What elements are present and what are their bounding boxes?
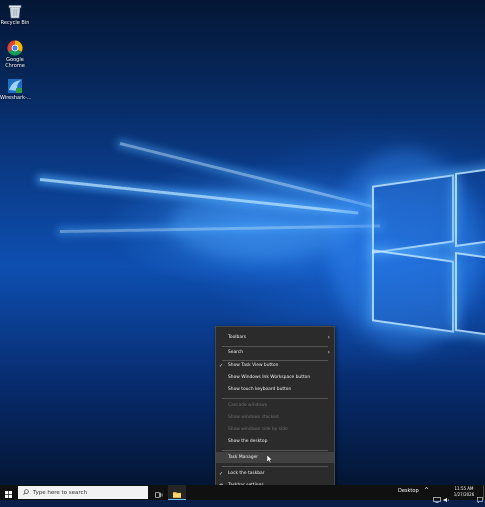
menu-item-label: Task Manager bbox=[228, 455, 259, 460]
desktop-icon-recycle-bin[interactable]: Recycle Bin bbox=[0, 3, 30, 26]
menu-item-show-the-desktop[interactable]: Show the desktop bbox=[216, 436, 334, 447]
menu-separator bbox=[222, 466, 328, 467]
chevron-up-icon: ^ bbox=[424, 487, 430, 494]
menu-item-label: Show Windows Ink Workspace button bbox=[228, 375, 311, 380]
task-view-icon bbox=[155, 483, 163, 502]
chrome-icon bbox=[7, 40, 23, 56]
chevron-right-icon: › bbox=[327, 349, 330, 356]
menu-item-label: Lock the taskbar bbox=[228, 471, 265, 476]
checkmark-icon: ✓ bbox=[219, 470, 224, 477]
menu-item-search[interactable]: Search › bbox=[216, 347, 334, 358]
menu-item-label: Show windows stacked bbox=[228, 415, 279, 420]
windows-start-icon bbox=[5, 483, 12, 502]
file-explorer-button[interactable] bbox=[168, 485, 186, 500]
clock[interactable]: 11:55 AM 1/27/2026 bbox=[452, 486, 476, 498]
menu-item-label: Search bbox=[228, 350, 244, 355]
wireshark-icon bbox=[7, 78, 23, 94]
desktop-icon-label: Recycle Bin bbox=[0, 20, 30, 26]
menu-item-label: Cascade windows bbox=[228, 403, 267, 408]
menu-item-toolbars[interactable]: Toolbars › bbox=[216, 332, 334, 343]
menu-item-task-manager[interactable]: Task Manager bbox=[216, 452, 334, 465]
menu-item-label: Toolbars bbox=[228, 335, 247, 340]
network-status[interactable] bbox=[433, 488, 441, 507]
menu-item-show-windows-stacked: Show windows stacked bbox=[216, 412, 334, 423]
menu-item-show-windows-side-by-side: Show windows side by side bbox=[216, 424, 334, 435]
recycle-bin-icon bbox=[7, 3, 23, 19]
task-view-button[interactable] bbox=[152, 486, 166, 499]
menu-item-show-task-view-button[interactable]: ✓ Show Task View button bbox=[216, 360, 334, 371]
speaker-status[interactable] bbox=[443, 488, 450, 507]
file-explorer-icon bbox=[173, 483, 181, 502]
clock-date: 1/27/2026 bbox=[453, 492, 475, 497]
search-icon bbox=[23, 488, 29, 497]
menu-item-label: Show the desktop bbox=[228, 439, 268, 444]
desktop-icon-google-chrome[interactable]: Google Chrome bbox=[0, 40, 30, 69]
start-button[interactable] bbox=[0, 485, 17, 500]
desktop-icon-label: Google Chrome bbox=[5, 57, 25, 69]
show-hidden-icons-chevron[interactable]: ^ bbox=[424, 487, 429, 494]
menu-separator bbox=[222, 398, 328, 399]
network-icon bbox=[433, 488, 441, 507]
menu-item-cascade-windows: Cascade windows bbox=[216, 400, 334, 411]
menu-item-show-touch-keyboard-button[interactable]: Show touch keyboard button bbox=[216, 384, 334, 395]
menu-item-label: Show touch keyboard button bbox=[228, 387, 292, 392]
desktop-icon-label: Wireshark-... bbox=[0, 95, 32, 101]
search-placeholder: Type here to search bbox=[33, 489, 88, 496]
taskbar-context-menu: Toolbars › Search › ✓ Show Task View but… bbox=[215, 326, 335, 493]
chevron-right-icon: › bbox=[327, 334, 330, 341]
menu-separator bbox=[222, 450, 328, 451]
desktop-toolbar-label[interactable]: Desktop bbox=[398, 488, 419, 494]
speaker-icon bbox=[443, 488, 450, 507]
menu-item-label: Show Task View button bbox=[228, 363, 279, 368]
menu-item-show-windows-ink-workspace-button[interactable]: Show Windows Ink Workspace button bbox=[216, 372, 334, 383]
menu-item-lock-the-taskbar[interactable]: ✓ Lock the taskbar bbox=[216, 468, 334, 479]
menu-item-label: Show windows side by side bbox=[228, 427, 288, 432]
checkmark-icon: ✓ bbox=[219, 362, 224, 369]
mouse-cursor-icon bbox=[266, 454, 273, 465]
desktop-icon-wireshark[interactable]: Wireshark-... bbox=[0, 78, 32, 101]
search-box[interactable]: Type here to search bbox=[18, 486, 148, 499]
